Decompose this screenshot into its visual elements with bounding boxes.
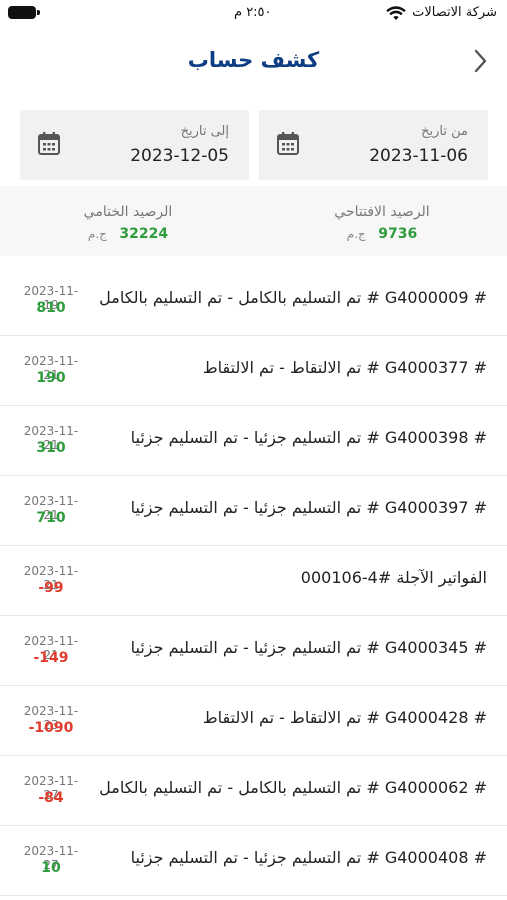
transaction-description: # G4000408 # تم التسليم جزئيا - تم التسل…: [130, 848, 487, 867]
calendar-icon[interactable]: [38, 132, 60, 156]
transaction-amount: 810: [36, 300, 66, 316]
page-title: كشف حساب: [187, 48, 320, 72]
transaction-amount: 710: [36, 510, 66, 526]
transaction-row[interactable]: # G4000062 # تم التسليم بالكامل - تم الت…: [0, 756, 507, 826]
status-bar: ٢:٥٠ م شركة الاتصالات: [0, 0, 507, 28]
from-date-label: من تاريخ: [421, 124, 468, 139]
transaction-amount: -1090: [28, 720, 74, 736]
to-date-label: إلى تاريخ: [180, 124, 229, 139]
transaction-row[interactable]: # G4000009 # تم التسليم بالكامل - تم الت…: [0, 266, 507, 336]
transaction-amount: -84: [38, 790, 64, 806]
closing-balance: الرصيد الختامي 32224 ج.م: [28, 204, 228, 242]
transaction-description: # G4000377 # تم الالتقاط - تم الالتقاط: [202, 358, 487, 377]
transaction-row[interactable]: # G4000397 # تم التسليم جزئيا - تم التسل…: [0, 476, 507, 546]
opening-balance-amount: 9736: [378, 226, 418, 242]
from-date-field[interactable]: من تاريخ 2023-11-06: [259, 110, 488, 180]
transaction-list: # G4000009 # تم التسليم بالكامل - تم الت…: [0, 266, 507, 896]
status-time: ٢:٥٠ م: [234, 5, 272, 20]
opening-balance-label: الرصيد الافتتاحي: [334, 204, 430, 220]
header: كشف حساب: [0, 36, 507, 88]
transaction-amount: 10: [41, 860, 61, 876]
transaction-description: # G4000009 # تم التسليم بالكامل - تم الت…: [99, 288, 487, 307]
transaction-row[interactable]: # G4000408 # تم التسليم جزئيا - تم التسل…: [0, 826, 507, 896]
transaction-description: # G4000428 # تم الالتقاط - تم الالتقاط: [202, 708, 487, 727]
currency-label: ج.م: [346, 227, 366, 241]
transaction-description: # G4000345 # تم التسليم جزئيا - تم التسل…: [130, 638, 487, 657]
from-date-value: 2023-11-06: [369, 146, 468, 166]
calendar-icon[interactable]: [277, 132, 299, 156]
transaction-row[interactable]: الفواتير الآجلة #4-000106 2023-11-21 -99: [0, 546, 507, 616]
transaction-row[interactable]: # G4000428 # تم الالتقاط - تم الالتقاط 2…: [0, 686, 507, 756]
battery-icon: [8, 6, 40, 19]
transaction-amount: 190: [36, 370, 66, 386]
transaction-amount: -99: [38, 580, 64, 596]
closing-balance-amount: 32224: [119, 226, 169, 242]
to-date-field[interactable]: إلى تاريخ 2023-12-05: [20, 110, 249, 180]
transaction-amount: 310: [36, 440, 66, 456]
transaction-amount: -149: [33, 650, 69, 666]
transaction-description: # G4000397 # تم التسليم جزئيا - تم التسل…: [130, 498, 487, 517]
opening-balance: الرصيد الافتتاحي 9736 ج.م: [282, 204, 482, 242]
balance-summary: الرصيد الافتتاحي 9736 ج.م الرصيد الختامي…: [0, 186, 507, 256]
closing-balance-label: الرصيد الختامي: [83, 204, 173, 220]
transaction-row[interactable]: # G4000377 # تم الالتقاط - تم الالتقاط 2…: [0, 336, 507, 406]
currency-label: ج.م: [87, 227, 107, 241]
transaction-description: # G4000062 # تم التسليم بالكامل - تم الت…: [99, 778, 487, 797]
transaction-row[interactable]: # G4000345 # تم التسليم جزئيا - تم التسل…: [0, 616, 507, 686]
transaction-row[interactable]: # G4000398 # تم التسليم جزئيا - تم التسل…: [0, 406, 507, 476]
wifi-icon: [386, 6, 406, 21]
transaction-description: الفواتير الآجلة #4-000106: [300, 568, 487, 587]
chevron-back-icon[interactable]: [471, 46, 491, 76]
to-date-value: 2023-12-05: [130, 146, 229, 166]
carrier-name: شركة الاتصالات: [412, 5, 497, 20]
transaction-description: # G4000398 # تم التسليم جزئيا - تم التسل…: [130, 428, 487, 447]
